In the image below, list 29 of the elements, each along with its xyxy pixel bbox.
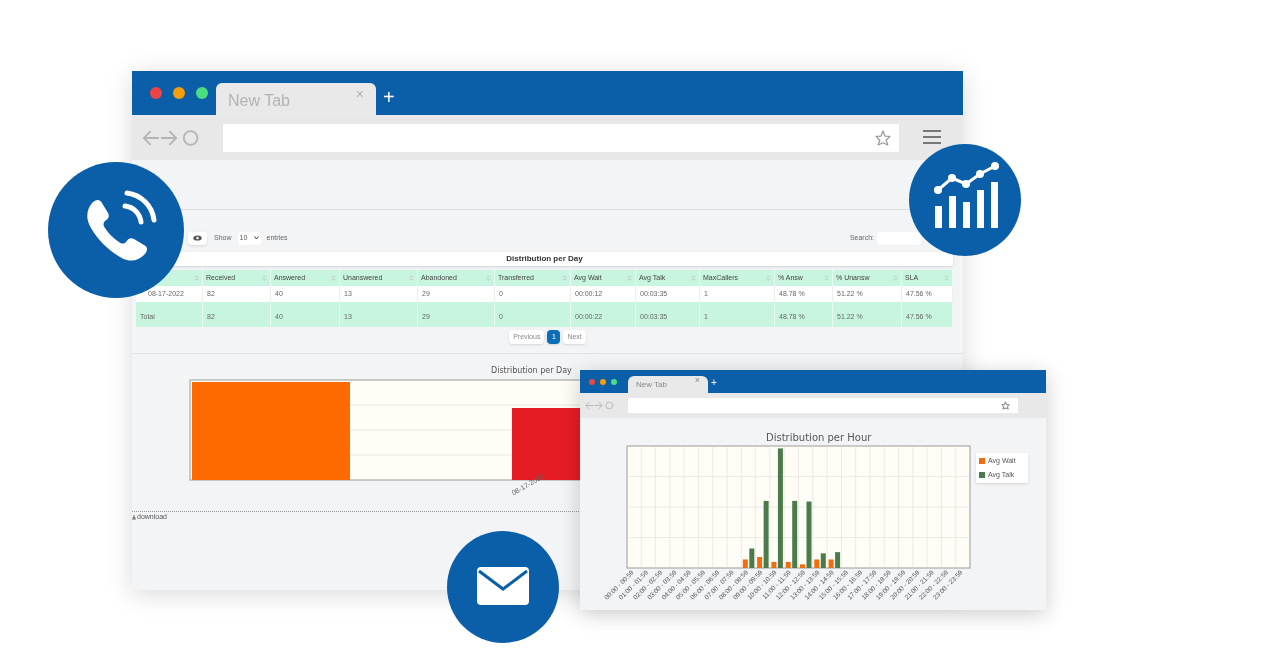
sort-icon[interactable] — [691, 275, 696, 281]
chart-title: Distribution per Hour — [766, 431, 872, 445]
download-icon[interactable] — [132, 514, 136, 520]
sort-icon[interactable] — [893, 275, 898, 281]
new-tab-button[interactable]: + — [383, 87, 395, 107]
tab-title: New Tab — [636, 378, 667, 391]
sort-icon[interactable] — [409, 275, 414, 281]
menu-icon[interactable] — [922, 129, 942, 145]
sort-icon[interactable] — [486, 275, 491, 281]
sort-icon[interactable] — [824, 275, 829, 281]
sort-icon[interactable] — [194, 275, 199, 281]
sort-icon[interactable] — [331, 275, 336, 281]
address-field[interactable] — [628, 398, 1018, 413]
search-field[interactable] — [877, 231, 921, 245]
sort-icon[interactable] — [627, 275, 632, 281]
chart-title: Distribution per Day — [491, 365, 572, 377]
sort-icon[interactable] — [562, 275, 567, 281]
sort-icon[interactable] — [944, 275, 949, 281]
star-icon[interactable] — [875, 130, 891, 146]
new-tab-button[interactable]: + — [711, 378, 717, 388]
navigation-icons[interactable] — [585, 401, 614, 410]
visibility-button[interactable] — [188, 231, 207, 245]
address-field[interactable] — [223, 124, 899, 152]
eye-icon — [193, 235, 202, 241]
sort-icon[interactable] — [766, 275, 771, 281]
sort-icon[interactable] — [262, 275, 267, 281]
caret-icon — [253, 236, 259, 240]
navigation-icons[interactable] — [142, 129, 200, 147]
star-icon[interactable] — [1001, 401, 1010, 410]
